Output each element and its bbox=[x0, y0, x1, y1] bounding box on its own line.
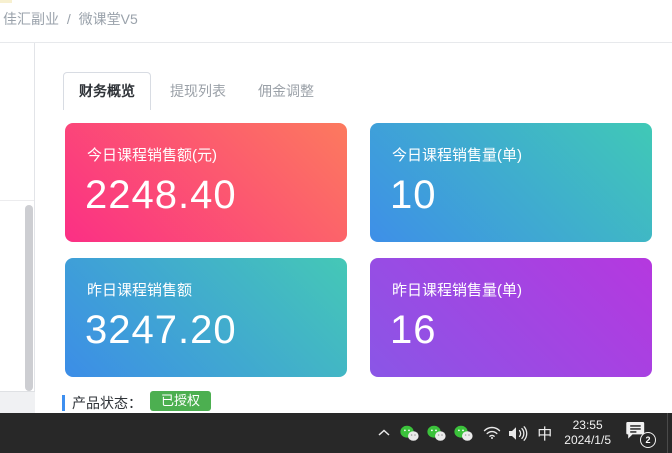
show-desktop-divider[interactable] bbox=[667, 413, 668, 453]
wechat-icon[interactable] bbox=[427, 425, 446, 442]
tab-withdraw-list[interactable]: 提现列表 bbox=[170, 72, 226, 110]
wifi-icon[interactable] bbox=[483, 426, 501, 440]
ime-indicator[interactable]: 中 bbox=[536, 423, 553, 444]
action-center-icon[interactable]: 2 bbox=[625, 421, 651, 445]
tray-date: 2024/1/5 bbox=[564, 433, 611, 448]
product-status-row: 产品状态： 已授权 bbox=[35, 390, 635, 414]
stat-card-label: 今日课程销售量(单) bbox=[392, 144, 522, 165]
breadcrumb-item-app[interactable]: 佳汇副业 bbox=[3, 11, 59, 27]
stat-card-value: 2248.40 bbox=[85, 173, 237, 218]
volume-icon[interactable] bbox=[508, 426, 529, 441]
status-accent-bar bbox=[62, 395, 65, 411]
breadcrumb-separator: / bbox=[67, 11, 71, 27]
breadcrumb-item-page: 微课堂V5 bbox=[79, 11, 138, 27]
stat-card-value: 3247.20 bbox=[85, 308, 237, 353]
sidebar-collapsed bbox=[0, 43, 35, 391]
tray-clock[interactable]: 23:55 2024/1/5 bbox=[564, 418, 611, 448]
tab-finance-overview[interactable]: 财务概览 bbox=[63, 72, 151, 110]
wechat-icon[interactable] bbox=[454, 425, 473, 442]
windows-taskbar: 中 23:55 2024/1/5 2 bbox=[0, 413, 672, 453]
stat-card-value: 16 bbox=[390, 308, 437, 353]
stat-card-today-sales-amount: 今日课程销售额(元) 2248.40 bbox=[65, 123, 347, 242]
stat-card-today-sales-count: 今日课程销售量(单) 10 bbox=[370, 123, 652, 242]
main-content: 财务概览 提现列表 佣金调整 今日课程销售额(元) 2248.40 今日课程销售… bbox=[35, 43, 672, 413]
stat-card-label: 昨日课程销售量(单) bbox=[392, 279, 522, 300]
stat-card-label: 今日课程销售额(元) bbox=[87, 144, 217, 165]
breadcrumb: 佳汇副业 / 微课堂V5 bbox=[3, 9, 138, 29]
tray-chevron-up-icon[interactable] bbox=[378, 429, 390, 437]
sidebar-scrollbar[interactable] bbox=[25, 205, 33, 391]
system-tray: 中 23:55 2024/1/5 2 bbox=[378, 413, 672, 453]
notification-count-badge: 2 bbox=[640, 432, 656, 448]
tab-commission-adjust[interactable]: 佣金调整 bbox=[258, 72, 314, 110]
breadcrumb-header: 佳汇副业 / 微课堂V5 bbox=[0, 0, 672, 43]
authorized-badge: 已授权 bbox=[150, 391, 211, 411]
stat-card-yesterday-sales-count: 昨日课程销售量(单) 16 bbox=[370, 258, 652, 377]
tray-time: 23:55 bbox=[564, 418, 611, 433]
wechat-icon[interactable] bbox=[400, 425, 419, 442]
corner-artifact bbox=[0, 0, 12, 3]
stat-card-value: 10 bbox=[390, 173, 437, 218]
sidebar-divider bbox=[0, 200, 34, 201]
stat-card-yesterday-sales-amount: 昨日课程销售额 3247.20 bbox=[65, 258, 347, 377]
stat-card-label: 昨日课程销售额 bbox=[87, 279, 192, 300]
product-status-label: 产品状态： bbox=[72, 393, 142, 413]
